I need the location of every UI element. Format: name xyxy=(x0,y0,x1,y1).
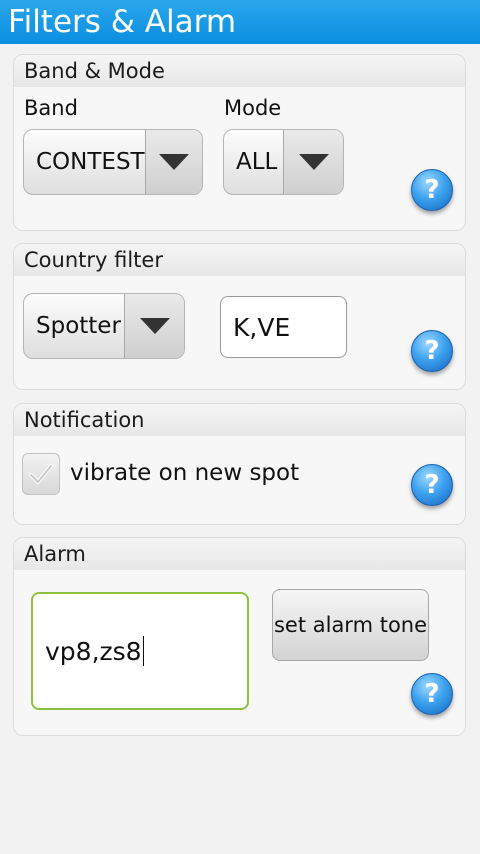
set-alarm-tone-button[interactable]: set alarm tone xyxy=(272,589,429,661)
band-dropdown-arrow[interactable] xyxy=(144,130,202,194)
country-filter-header: Country filter xyxy=(14,244,465,276)
band-spinner[interactable]: CONTEST xyxy=(23,129,203,195)
help-icon[interactable]: ? xyxy=(411,330,453,372)
help-icon[interactable]: ? xyxy=(411,169,453,211)
chevron-down-icon xyxy=(158,154,189,170)
text-cursor xyxy=(142,636,144,666)
band-label: Band xyxy=(24,96,78,120)
mode-label: Mode xyxy=(224,96,282,120)
alarm-input[interactable]: vp8,zs8 xyxy=(31,592,249,710)
mode-spinner[interactable]: ALL xyxy=(223,129,344,195)
title-bar: Filters & Alarm xyxy=(0,0,480,44)
check-icon xyxy=(29,464,53,484)
vibrate-checkbox[interactable] xyxy=(22,453,60,495)
country-filter-section: Country filter Spotter K,VE ? xyxy=(13,243,466,390)
country-filter-input[interactable]: K,VE xyxy=(220,296,347,358)
band-mode-section: Band & Mode Band Mode CONTEST ALL ? xyxy=(13,54,466,231)
spotter-spinner[interactable]: Spotter xyxy=(23,293,185,359)
help-icon[interactable]: ? xyxy=(411,673,453,715)
spotter-dropdown-arrow[interactable] xyxy=(124,294,184,358)
band-spinner-value: CONTEST xyxy=(36,149,145,175)
chevron-down-icon xyxy=(139,318,170,334)
mode-dropdown-arrow[interactable] xyxy=(283,130,343,194)
alarm-section: Alarm vp8,zs8 set alarm tone ? xyxy=(13,537,466,736)
notification-section: Notification vibrate on new spot ? xyxy=(13,403,466,525)
chevron-down-icon xyxy=(298,154,329,170)
notification-header: Notification xyxy=(14,404,465,436)
help-icon[interactable]: ? xyxy=(411,464,453,506)
spotter-spinner-value: Spotter xyxy=(36,313,121,339)
mode-spinner-value: ALL xyxy=(236,149,278,175)
vibrate-label[interactable]: vibrate on new spot xyxy=(70,460,299,486)
band-mode-header: Band & Mode xyxy=(14,55,465,87)
alarm-input-value: vp8,zs8 xyxy=(45,636,142,666)
alarm-header: Alarm xyxy=(14,538,465,570)
app-title: Filters & Alarm xyxy=(8,4,237,40)
